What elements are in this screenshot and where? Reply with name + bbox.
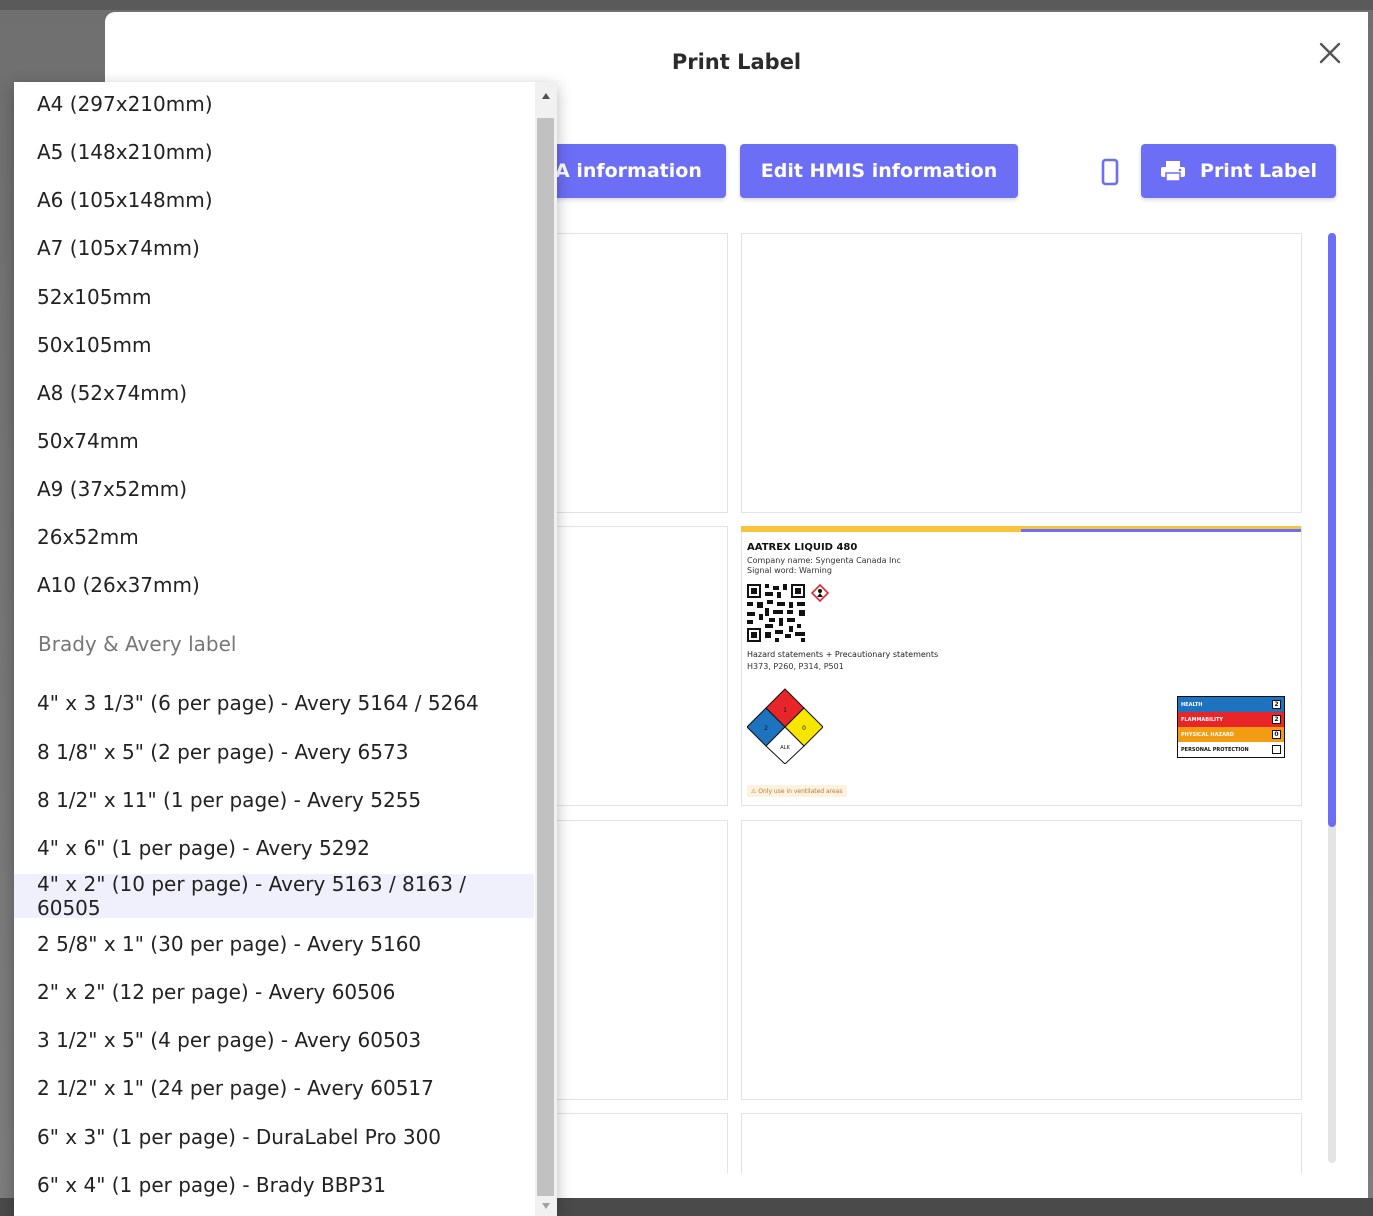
label-cell-3-2	[741, 820, 1302, 1100]
hmis-table: HEALTH 2 FLAMMABILITY 2 PHYSICAL HAZARD …	[1177, 696, 1285, 758]
ventilation-note: ⚠ Only use in ventilated areas	[747, 785, 847, 797]
hazard-codes: H373, P260, P314, P501	[747, 662, 844, 671]
svg-text:2: 2	[764, 725, 768, 732]
product-name: AATREX LIQUID 480	[747, 542, 858, 553]
hmis-row-value: 0	[1272, 730, 1281, 739]
dropdown-option[interactable]: 26x52mm	[14, 515, 534, 559]
svg-text:0: 0	[802, 725, 806, 732]
label-top-bar-yellow-thin	[1021, 526, 1301, 529]
dropdown-option[interactable]: 52x105mm	[14, 275, 534, 319]
print-label-button[interactable]: Print Label	[1141, 144, 1336, 198]
label-top-bar-yellow	[741, 526, 1021, 532]
label-preview: AATREX LIQUID 480 Company name: Syngenta…	[741, 526, 1301, 805]
dropdown-option[interactable]: 3 1/2" x 5" (4 per page) - Avery 60503	[14, 1018, 534, 1062]
dropdown-option[interactable]: 8 1/2" x 11" (1 per page) - Avery 5255	[14, 778, 534, 822]
hmis-row-value: 2	[1272, 715, 1281, 724]
hmis-row-flammability: FLAMMABILITY 2	[1178, 712, 1284, 727]
dropdown-option[interactable]: 50x105mm	[14, 323, 534, 367]
dropdown-option[interactable]: 2 5/8" x 1" (30 per page) - Avery 5160	[14, 922, 534, 966]
phone-portrait-icon[interactable]	[1099, 158, 1121, 186]
hmis-row-health: HEALTH 2	[1178, 697, 1284, 712]
dropdown-option[interactable]: 2 1/2" x 1" (24 per page) - Avery 60517	[14, 1066, 534, 1110]
edit-hmis-button[interactable]: Edit HMIS information	[740, 144, 1018, 198]
hmis-row-label: FLAMMABILITY	[1181, 716, 1224, 723]
label-cell-1-2	[741, 233, 1302, 513]
dropdown-option[interactable]: A6 (105x148mm)	[14, 178, 534, 222]
signal-word: Signal word: Warning	[747, 566, 832, 575]
preview-scrollbar-thumb[interactable]	[1328, 233, 1336, 827]
close-button[interactable]	[1315, 38, 1345, 68]
close-icon	[1319, 42, 1341, 64]
dropdown-option[interactable]: A10 (26x37mm)	[14, 563, 534, 607]
label-size-dropdown: A4 (297x210mm) A5 (148x210mm) A6 (105x148m…	[14, 82, 557, 1216]
dropdown-option[interactable]: A9 (37x52mm)	[14, 467, 534, 511]
company-name: Company name: Syngenta Canada Inc	[747, 556, 901, 565]
hazard-statements-title: Hazard statements + Precautionary statem…	[747, 650, 939, 659]
edit-nfpa-label: A information	[555, 160, 702, 182]
svg-text:1: 1	[783, 707, 787, 714]
dropdown-option[interactable]: 6" x 4" (1 per page) - Brady BBP31	[14, 1163, 534, 1207]
nfpa-special-text: ALK	[780, 745, 790, 751]
scroll-down-arrow-icon[interactable]	[537, 1198, 554, 1214]
dropdown-option[interactable]: 8 1/8" x 5" (2 per page) - Avery 6573	[14, 730, 534, 774]
dropdown-option[interactable]: 4" x 6" (1 per page) - Avery 5292	[14, 826, 534, 870]
dropdown-option-highlighted[interactable]: 4" x 2" (10 per page) - Avery 5163 / 816…	[14, 872, 534, 920]
backdrop-top-strip	[0, 0, 1373, 10]
modal-title: Print Label	[671, 50, 802, 74]
hmis-row-value: 2	[1272, 700, 1281, 709]
dropdown-option[interactable]: A4 (297x210mm)	[14, 82, 534, 126]
hmis-row-physical-hazard: PHYSICAL HAZARD 0	[1178, 727, 1284, 742]
edit-hmis-label: Edit HMIS information	[760, 160, 998, 182]
label-cell-4-2	[741, 1113, 1302, 1173]
hmis-row-value	[1272, 745, 1281, 754]
dropdown-option[interactable]: 4" x 3 1/3" (6 per page) - Avery 5164 / …	[14, 681, 534, 725]
nfpa-diamond-icon: 1 2 0 ALK	[747, 688, 823, 764]
dropdown-option[interactable]: 50x74mm	[14, 419, 534, 463]
hmis-row-personal-protection: PERSONAL PROTECTION	[1178, 742, 1284, 757]
dropdown-group-label: Brady & Avery label	[38, 632, 237, 656]
dropdown-option[interactable]: 6" x 3" (1 per page) - DuraLabel Pro 300	[14, 1115, 534, 1159]
scroll-up-arrow-icon[interactable]	[537, 88, 554, 104]
dropdown-option[interactable]: A8 (52x74mm)	[14, 371, 534, 415]
hmis-row-label: PERSONAL PROTECTION	[1181, 746, 1249, 753]
hmis-row-label: HEALTH	[1181, 701, 1203, 708]
hmis-row-label: PHYSICAL HAZARD	[1181, 731, 1234, 738]
print-label-text: Print Label	[1200, 160, 1317, 182]
qr-code-icon	[747, 584, 805, 642]
dropdown-option[interactable]: A5 (148x210mm)	[14, 130, 534, 174]
dropdown-option[interactable]: A7 (105x74mm)	[14, 226, 534, 270]
dropdown-scrollbar-thumb[interactable]	[537, 118, 554, 1196]
dropdown-option[interactable]: 2" x 2" (12 per page) - Avery 60506	[14, 970, 534, 1014]
printer-icon	[1160, 160, 1186, 182]
ghs-health-hazard-icon	[811, 584, 829, 602]
